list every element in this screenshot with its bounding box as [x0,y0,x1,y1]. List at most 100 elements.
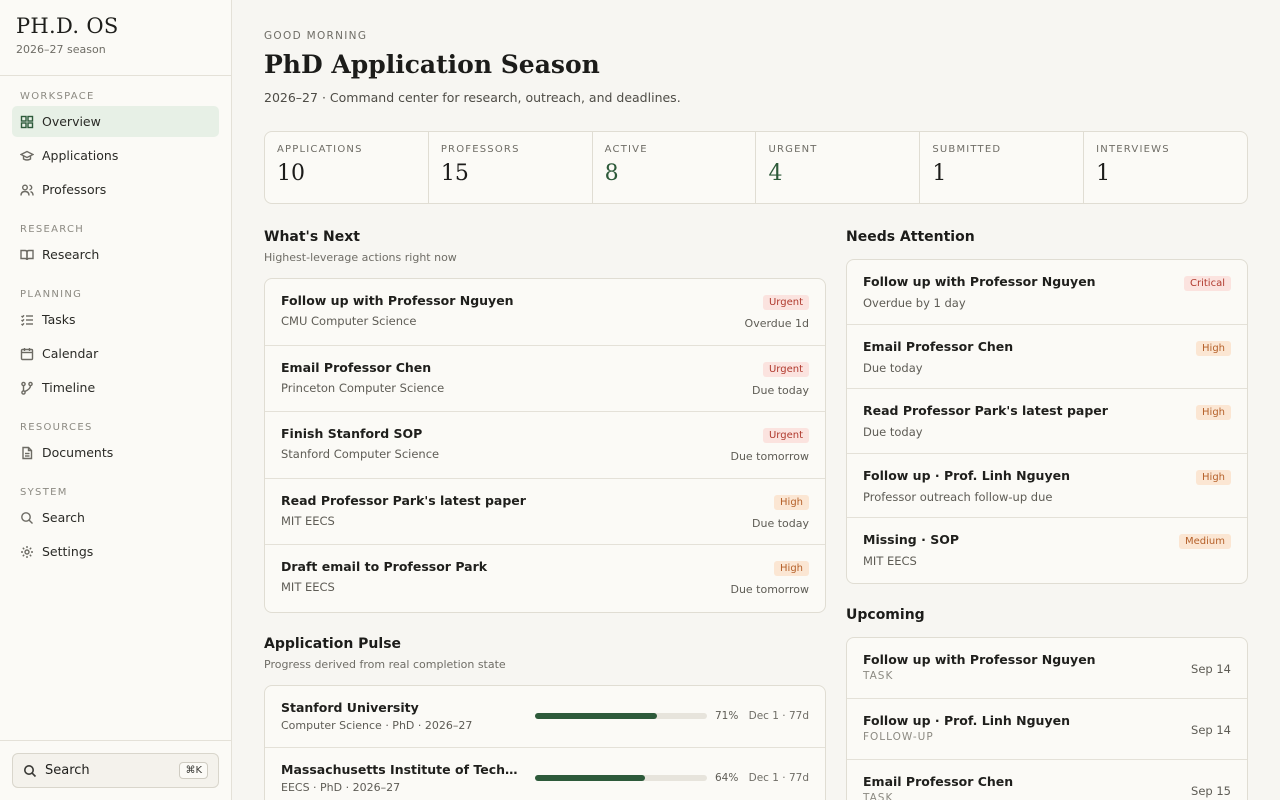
action-item[interactable]: Draft email to Professor Park MIT EECS H… [265,545,825,612]
section-subtitle: Highest-leverage actions right now [264,251,457,264]
action-title: Read Professor Park's latest paper [281,492,526,508]
nav-section-system: SYSTEM [20,487,68,498]
nav-section-resources: RESOURCES [20,422,93,433]
action-subtitle: CMU Computer Science [281,314,417,328]
upcoming-item[interactable]: Email Professor Chen TASK Sep 15 [847,760,1247,800]
upcoming-item[interactable]: Follow up · Prof. Linh Nguyen FOLLOW-UP … [847,699,1247,760]
whats-next-section: What's Next Highest-leverage actions rig… [264,229,826,613]
application-pulse-list: Stanford University Computer Science · P… [264,685,826,800]
sidebar-item-research[interactable]: Research [12,239,219,270]
sidebar-item-search[interactable]: Search [12,502,219,533]
page-title: PhD Application Season [264,50,600,79]
application-row[interactable]: Massachusetts Institute of Technology EE… [265,748,825,800]
whats-next-list: Follow up with Professor Nguyen CMU Comp… [264,278,826,613]
stat-value: 10 [277,161,305,186]
grid-icon [20,115,34,128]
upcoming-title: Follow up · Prof. Linh Nguyen [863,713,1070,728]
stat-active[interactable]: ACTIVE 8 [593,132,757,203]
upcoming-date: Sep 14 [1191,662,1231,676]
stat-urgent[interactable]: URGENT 4 [756,132,921,203]
stat-interviews[interactable]: INTERVIEWS 1 [1084,132,1247,203]
upcoming-date: Sep 14 [1191,723,1231,737]
progress-fill [535,713,658,719]
attention-item[interactable]: Read Professor Park's latest paper Due t… [847,389,1247,454]
search-shortcut: ⌘K [179,762,208,779]
progress-percent: 64% [715,772,739,784]
needs-attention-section: Needs Attention Follow up with Professor… [846,229,1248,584]
sidebar-item-timeline[interactable]: Timeline [12,372,219,403]
sidebar-item-label: Timeline [42,380,96,395]
action-subtitle: Princeton Computer Science [281,380,445,395]
upcoming-item[interactable]: Follow up with Professor Nguyen TASK Sep… [847,638,1247,699]
attention-item[interactable]: Follow up with Professor Nguyen Overdue … [847,260,1247,325]
stat-label: SUBMITTED [932,144,1002,155]
stat-submitted[interactable]: SUBMITTED 1 [920,132,1085,203]
action-item[interactable]: Finish Stanford SOP Stanford Computer Sc… [265,412,825,479]
sidebar-item-label: Calendar [42,346,99,361]
attention-title: Email Professor Chen [863,338,1014,354]
sidebar-item-documents[interactable]: Documents [12,437,219,468]
priority-badge: High [774,561,809,577]
stat-value: 8 [604,161,619,186]
nav-section-workspace: WORKSPACE [20,91,95,102]
sidebar-item-professors[interactable]: Professors [12,174,219,205]
sidebar: PH.D. OS 2026–27 season WORKSPACE Overvi… [0,0,232,800]
stat-professors[interactable]: PROFESSORS 15 [429,132,593,203]
progress-bar [535,713,707,719]
attention-title: Missing · SOP [863,532,959,548]
brand-title: PH.D. OS [16,14,119,38]
attention-subtitle: Overdue by 1 day [863,296,966,310]
attention-item[interactable]: Email Professor Chen Due today High [847,325,1247,390]
attention-item[interactable]: Missing · SOP MIT EECS Medium [847,518,1247,583]
upcoming-list: Follow up with Professor Nguyen TASK Sep… [846,637,1248,800]
stat-label: ACTIVE [604,144,648,155]
stat-label: INTERVIEWS [1096,144,1170,155]
application-row[interactable]: Stanford University Computer Science · P… [265,686,825,748]
upcoming-type: FOLLOW-UP [863,731,934,743]
upcoming-date: Sep 15 [1191,784,1231,798]
progress-bar [535,775,707,781]
attention-subtitle: MIT EECS [863,554,917,569]
due-text: Overdue 1d [744,317,809,330]
users-icon [20,184,34,196]
brand-season: 2026–27 season [16,43,106,56]
action-item[interactable]: Email Professor Chen Princeton Computer … [265,346,825,413]
global-search-label: Search [45,763,90,778]
sidebar-item-calendar[interactable]: Calendar [12,338,219,369]
action-title: Draft email to Professor Park [281,559,488,575]
deadline-text: Dec 1 · 77d [748,710,809,722]
due-text: Due tomorrow [730,583,809,597]
deadline-text: Dec 1 · 77d [748,772,809,784]
due-text: Due today [752,516,809,530]
action-title: Email Professor Chen [281,359,432,375]
sidebar-item-overview[interactable]: Overview [12,106,219,137]
priority-badge: Critical [1184,276,1231,291]
attention-title: Follow up · Prof. Linh Nguyen [863,467,1070,483]
sidebar-item-label: Overview [42,114,101,129]
action-subtitle: MIT EECS [281,513,335,528]
stat-applications[interactable]: APPLICATIONS 10 [265,132,429,203]
section-title: Application Pulse [264,636,402,652]
sidebar-item-applications[interactable]: Applications [12,140,219,171]
action-item[interactable]: Read Professor Park's latest paper MIT E… [265,479,825,546]
priority-badge: High [1196,340,1231,356]
page-subtitle: 2026–27 · Command center for research, o… [264,90,681,105]
due-text: Due tomorrow [730,450,809,464]
sidebar-item-label: Documents [42,445,114,460]
priority-badge: Urgent [762,428,809,444]
global-search-button[interactable]: Search ⌘K [12,753,219,788]
sidebar-item-tasks[interactable]: Tasks [12,304,219,335]
section-title: Upcoming [846,607,925,623]
sidebar-item-label: Applications [42,148,119,163]
priority-badge: High [1196,469,1231,485]
sidebar-item-label: Research [42,247,100,262]
attention-title: Read Professor Park's latest paper [863,403,1108,419]
sidebar-item-settings[interactable]: Settings [12,536,219,567]
graduation-cap-icon [20,150,34,161]
attention-item[interactable]: Follow up · Prof. Linh Nguyen Professor … [847,454,1247,519]
attention-subtitle: Professor outreach follow-up due [863,489,1053,504]
upcoming-section: Upcoming Follow up with Professor Nguyen… [846,607,1248,800]
action-item[interactable]: Follow up with Professor Nguyen CMU Comp… [265,279,825,346]
nav-section-planning: PLANNING [20,289,83,300]
book-open-icon [20,249,34,260]
